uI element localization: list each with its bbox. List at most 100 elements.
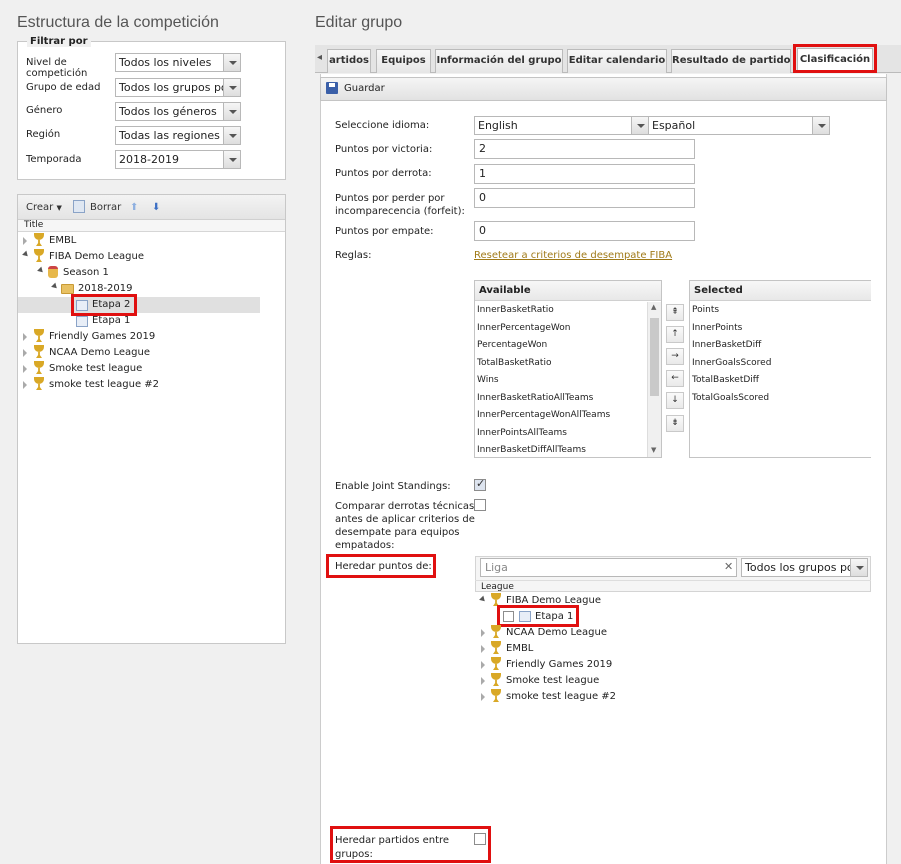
list-item[interactable]: PercentageWon	[475, 337, 661, 355]
remove-button[interactable]: ←	[666, 370, 684, 387]
expand-icon[interactable]	[23, 381, 27, 389]
gender-select[interactable]: Todos los géneros	[115, 102, 241, 121]
clear-icon[interactable]: ✕	[724, 560, 733, 573]
list-item[interactable]: InnerPercentageWonAllTeams	[475, 407, 661, 425]
compare-forfeits-label-2: antes de aplicar criterios de	[335, 514, 475, 525]
list-item[interactable]: InnerBasketRatio	[475, 302, 661, 320]
tab-group-info[interactable]: Información del grupo	[435, 49, 563, 73]
draw-points-input[interactable]: 0	[474, 221, 695, 241]
chevron-down-icon[interactable]	[223, 103, 240, 120]
loss-points-input[interactable]: 1	[474, 164, 695, 184]
tree-item-fiba-demo-league[interactable]: FIBA Demo League	[49, 249, 144, 265]
expand-icon[interactable]	[23, 349, 27, 357]
create-button[interactable]: Crear ▼	[26, 202, 62, 213]
delete-button[interactable]: Borrar	[90, 202, 121, 213]
scroll-down-icon[interactable]: ▼	[651, 446, 656, 454]
chevron-down-icon[interactable]	[223, 151, 240, 168]
inherit-group-select[interactable]: Todos los grupos por e	[741, 558, 868, 577]
age-group-select[interactable]: Todos los grupos por	[115, 78, 241, 97]
draw-points-label: Puntos por empate:	[335, 226, 434, 237]
chevron-down-icon[interactable]	[850, 559, 867, 576]
create-button-label: Crear	[26, 202, 54, 213]
tree-item-smoke-test-league-2[interactable]: smoke test league #2	[49, 377, 159, 393]
available-criteria-list[interactable]: Available InnerBasketRatio InnerPercenta…	[474, 280, 662, 458]
move-to-top-button[interactable]: ⇞	[666, 304, 684, 321]
move-down-button[interactable]: ↓	[666, 392, 684, 409]
tree-item-friendly-games-2019[interactable]: Friendly Games 2019	[49, 329, 155, 345]
expand-icon[interactable]	[23, 365, 27, 373]
list-item[interactable]: InnerGoalsScored	[690, 355, 871, 373]
expand-icon[interactable]	[23, 333, 27, 341]
move-to-bottom-button[interactable]: ⇟	[666, 415, 684, 432]
language-select-1-value: English	[478, 119, 518, 132]
save-button[interactable]: Guardar	[344, 83, 385, 94]
expand-icon[interactable]	[23, 237, 27, 245]
expand-icon[interactable]	[481, 629, 485, 637]
language-select-2[interactable]: Español	[648, 116, 830, 135]
move-up-icon[interactable]: ⬆	[130, 202, 138, 213]
scroll-up-icon[interactable]: ▲	[651, 303, 656, 311]
joint-standings-checkbox[interactable]	[474, 477, 486, 491]
move-down-icon[interactable]: ⬇	[152, 202, 160, 213]
trophy-icon	[33, 377, 45, 391]
expand-icon[interactable]	[481, 661, 485, 669]
gender-select-value: Todos los géneros	[119, 105, 217, 118]
language-label: Seleccione idioma:	[335, 120, 430, 131]
chevron-down-icon[interactable]	[812, 117, 829, 134]
chevron-down-icon[interactable]	[223, 127, 240, 144]
tree-item-etapa-1[interactable]: Etapa 1	[92, 313, 130, 329]
season-select[interactable]: 2018-2019	[115, 150, 241, 169]
language-select-2-value: Español	[652, 119, 696, 132]
tab-partidos[interactable]: artidos	[327, 49, 371, 73]
tab-edit-calendar[interactable]: Editar calendario	[567, 49, 667, 73]
expand-icon[interactable]	[481, 693, 485, 701]
inherit-tree-item-ncaa[interactable]: NCAA Demo League	[506, 625, 607, 641]
win-points-input[interactable]: 2	[474, 139, 695, 159]
highlight-annotation	[330, 826, 491, 863]
compare-forfeits-checkbox[interactable]	[474, 499, 486, 511]
list-item[interactable]: Wins	[475, 372, 661, 390]
list-item[interactable]: TotalBasketRatio	[475, 355, 661, 373]
inherit-tree-item-friendly[interactable]: Friendly Games 2019	[506, 657, 612, 673]
reset-fiba-criteria-link[interactable]: Resetear a criterios de desempate FIBA	[474, 250, 672, 261]
inherit-tree-item-smoke[interactable]: Smoke test league	[506, 673, 599, 689]
list-item[interactable]: InnerBasketDiffAllTeams	[475, 442, 661, 457]
list-item[interactable]: Points	[690, 302, 871, 320]
expand-icon[interactable]	[481, 645, 485, 653]
tree-item-embl[interactable]: EMBL	[49, 233, 76, 249]
tab-scroll-left-icon[interactable]: ◂	[317, 52, 322, 63]
list-item[interactable]: TotalBasketDiff	[690, 372, 871, 390]
available-list-scrollbar[interactable]: ▲ ▼	[647, 302, 661, 457]
language-select-1[interactable]: English	[474, 116, 649, 135]
move-up-button[interactable]: ↑	[666, 326, 684, 343]
league-search-input[interactable]: Liga	[480, 558, 737, 577]
season-select-value: 2018-2019	[119, 153, 179, 166]
chevron-down-icon[interactable]	[223, 54, 240, 71]
scrollbar-thumb[interactable]	[650, 318, 659, 396]
add-button[interactable]: →	[666, 348, 684, 365]
filter-legend: Filtrar por	[27, 36, 91, 47]
list-item[interactable]: InnerBasketRatioAllTeams	[475, 390, 661, 408]
tree-item-ncaa-demo-league[interactable]: NCAA Demo League	[49, 345, 150, 361]
inherit-tree-item-smoke-2[interactable]: smoke test league #2	[506, 689, 616, 705]
forfeit-points-input[interactable]: 0	[474, 188, 695, 208]
list-item[interactable]: TotalGoalsScored	[690, 390, 871, 408]
list-item[interactable]: InnerPointsAllTeams	[475, 425, 661, 443]
list-item[interactable]: InnerPercentageWon	[475, 320, 661, 338]
list-item[interactable]: InnerBasketDiff	[690, 337, 871, 355]
level-select[interactable]: Todos los niveles	[115, 53, 241, 72]
tree-item-season-1[interactable]: Season 1	[63, 265, 109, 281]
selected-criteria-list[interactable]: Selected Points InnerPoints InnerBasketD…	[689, 280, 871, 458]
chevron-down-icon[interactable]	[631, 117, 648, 134]
inherit-tree-item-embl[interactable]: EMBL	[506, 641, 533, 657]
save-icon[interactable]	[326, 82, 338, 94]
forfeit-points-label-2: incomparecencia (forfeit):	[335, 206, 465, 217]
tab-equipos[interactable]: Equipos	[376, 49, 431, 73]
region-select[interactable]: Todas las regiones	[115, 126, 241, 145]
expand-icon[interactable]	[481, 677, 485, 685]
chevron-down-icon[interactable]	[223, 79, 240, 96]
list-item[interactable]: InnerPoints	[690, 320, 871, 338]
inherit-tree-header: League	[475, 580, 871, 592]
tree-item-smoke-test-league[interactable]: Smoke test league	[49, 361, 142, 377]
tab-match-result[interactable]: Resultado de partido	[671, 49, 791, 73]
